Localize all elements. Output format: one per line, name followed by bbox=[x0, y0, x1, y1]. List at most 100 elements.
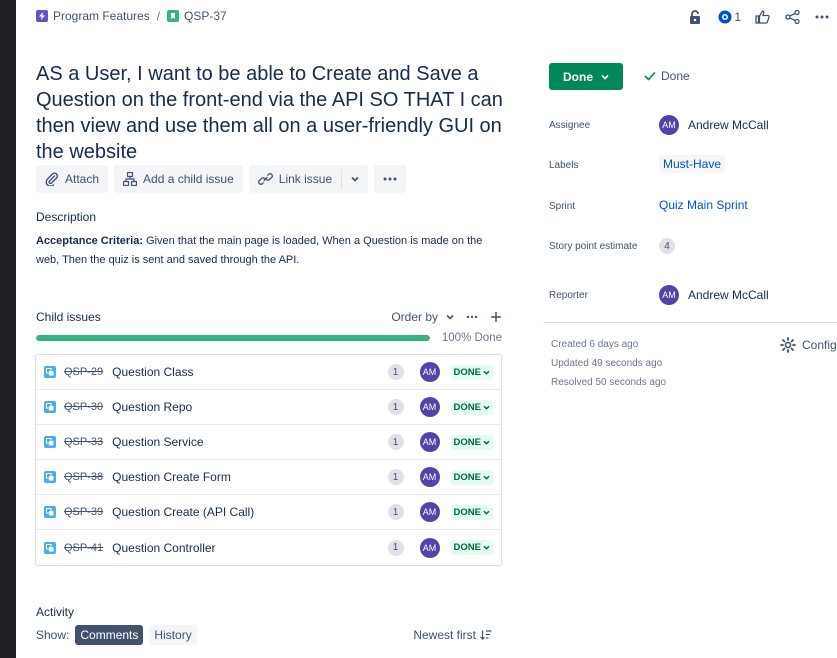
child-issue-key[interactable]: QSP-33 bbox=[64, 436, 103, 448]
progress-fill bbox=[36, 335, 430, 341]
comments-tab[interactable]: Comments bbox=[75, 625, 144, 645]
link-issue-dropdown[interactable] bbox=[342, 165, 368, 193]
link-issue-button[interactable]: Link issue bbox=[249, 165, 341, 193]
subtask-icon bbox=[44, 541, 56, 554]
status-badge[interactable]: DONE bbox=[450, 540, 493, 555]
history-tab[interactable]: History bbox=[149, 625, 197, 645]
child-more-icon[interactable] bbox=[466, 315, 478, 319]
avatar[interactable]: AM bbox=[419, 537, 440, 558]
child-issue-key[interactable]: QSP-29 bbox=[64, 366, 103, 378]
subtask-icon bbox=[44, 401, 56, 413]
child-issue-key[interactable]: QSP-30 bbox=[64, 401, 103, 413]
assignee-field-label: Assignee bbox=[549, 120, 591, 131]
chevron-down-icon bbox=[483, 475, 490, 480]
description-lead: Acceptance Criteria: bbox=[36, 235, 143, 247]
status-badge[interactable]: DONE bbox=[450, 469, 493, 485]
add-child-issue-label: Add a child issue bbox=[143, 172, 234, 186]
child-issue-key[interactable]: QSP-41 bbox=[64, 542, 103, 554]
more-actions-button[interactable] bbox=[374, 165, 407, 193]
description-body[interactable]: Acceptance Criteria: Given that the main… bbox=[36, 232, 496, 270]
story-points-badge: 1 bbox=[387, 364, 404, 380]
child-issues-header: Child issues Order by bbox=[36, 310, 502, 324]
assignee-value[interactable]: AM Andrew McCall bbox=[659, 115, 769, 135]
subtask-icon bbox=[44, 506, 56, 518]
issue-title[interactable]: AS a User, I want to be able to Create a… bbox=[36, 61, 506, 165]
resolved-timestamp: Resolved 50 seconds ago bbox=[551, 377, 667, 388]
child-issue-summary[interactable]: Question Create Form bbox=[112, 470, 387, 484]
breadcrumb: Program Features / QSP-37 bbox=[36, 9, 227, 23]
gear-icon bbox=[780, 337, 796, 353]
epic-icon bbox=[36, 10, 48, 22]
avatar[interactable]: AM bbox=[419, 432, 440, 452]
breadcrumb-issue-key[interactable]: QSP-37 bbox=[184, 9, 227, 23]
child-issue-summary[interactable]: Question Class bbox=[112, 365, 387, 379]
labels-value[interactable]: Must-Have bbox=[659, 155, 726, 173]
status-badge[interactable]: DONE bbox=[450, 364, 493, 380]
watch-count: 1 bbox=[734, 10, 741, 24]
child-issue-key[interactable]: QSP-39 bbox=[64, 506, 103, 518]
child-progress: 100% Done bbox=[36, 332, 502, 344]
sort-label: Newest first bbox=[413, 628, 476, 642]
child-issue-summary[interactable]: Question Controller bbox=[112, 541, 387, 555]
story-points-badge: 1 bbox=[387, 399, 404, 415]
link-issue-label: Link issue bbox=[278, 172, 333, 186]
order-by-dropdown[interactable]: Order by bbox=[391, 310, 454, 324]
table-row[interactable]: QSP-38 Question Create Form 1 AM DONE bbox=[36, 460, 501, 495]
thumbs-up-icon[interactable] bbox=[747, 6, 777, 28]
description-heading: Description bbox=[36, 210, 97, 224]
issue-actions: Attach Add a child issue Link issue bbox=[36, 165, 407, 193]
add-child-issue-button[interactable]: Add a child issue bbox=[114, 165, 243, 193]
child-issue-summary[interactable]: Question Service bbox=[112, 435, 387, 449]
status-badge[interactable]: DONE bbox=[450, 504, 493, 520]
subtask-icon bbox=[44, 471, 56, 483]
status-badge[interactable]: DONE bbox=[450, 399, 493, 415]
progress-bar bbox=[36, 335, 430, 341]
table-row[interactable]: QSP-29 Question Class 1 AM DONE bbox=[36, 355, 501, 390]
child-issue-summary[interactable]: Question Create (API Call) bbox=[112, 505, 387, 519]
label-chip[interactable]: Must-Have bbox=[659, 155, 726, 173]
header-actions: 1 bbox=[680, 6, 837, 28]
story-points-badge: 1 bbox=[387, 504, 404, 520]
checkmark-icon bbox=[644, 71, 656, 81]
avatar[interactable]: AM bbox=[419, 362, 440, 382]
table-row[interactable]: QSP-39 Question Create (API Call) 1 AM DONE bbox=[36, 495, 501, 530]
sprint-value[interactable]: Quiz Main Sprint bbox=[659, 198, 748, 212]
story-points-value[interactable]: 4 bbox=[659, 238, 675, 254]
reporter-value[interactable]: AM Andrew McCall bbox=[659, 285, 769, 305]
share-icon[interactable] bbox=[777, 6, 807, 28]
child-issue-key[interactable]: QSP-38 bbox=[64, 471, 103, 483]
lock-icon[interactable] bbox=[680, 6, 710, 28]
sort-icon bbox=[480, 630, 492, 640]
configure-button[interactable]: Configure bbox=[780, 337, 837, 353]
chevron-down-icon bbox=[351, 176, 359, 182]
status-badge[interactable]: DONE bbox=[450, 434, 493, 450]
avatar[interactable]: AM bbox=[419, 502, 440, 522]
chevron-down-icon bbox=[446, 314, 454, 320]
story-points-badge: 4 bbox=[659, 238, 675, 254]
progress-text: 100% Done bbox=[441, 332, 502, 344]
child-issue-summary[interactable]: Question Repo bbox=[112, 400, 387, 414]
updated-timestamp: Updated 49 seconds ago bbox=[551, 358, 663, 369]
link-icon bbox=[257, 173, 273, 185]
avatar: AM bbox=[659, 115, 679, 135]
breadcrumb-parent[interactable]: Program Features bbox=[53, 9, 150, 23]
story-points-badge: 1 bbox=[387, 469, 404, 485]
reporter-field-label: Reporter bbox=[549, 290, 588, 301]
child-issues-list: QSP-29 Question Class 1 AM DONE QSP-30 Questio… bbox=[35, 354, 502, 566]
add-child-plus-icon[interactable] bbox=[490, 311, 502, 323]
sprint-field-label: Sprint bbox=[549, 201, 576, 212]
attach-button[interactable]: Attach bbox=[36, 165, 109, 193]
table-row[interactable]: QSP-33 Question Service 1 AM DONE bbox=[36, 425, 501, 460]
avatar[interactable]: AM bbox=[419, 467, 440, 487]
chevron-down-icon bbox=[483, 545, 490, 550]
labels-field-label: Labels bbox=[549, 160, 579, 171]
sort-order-toggle[interactable]: Newest first bbox=[413, 628, 492, 642]
table-row[interactable]: QSP-41 Question Controller 1 AM DONE bbox=[36, 530, 501, 565]
sidebar-divider bbox=[543, 322, 837, 323]
show-label: Show: bbox=[36, 628, 70, 642]
sprint-link[interactable]: Quiz Main Sprint bbox=[659, 198, 748, 212]
more-options-icon[interactable] bbox=[807, 6, 837, 28]
status-dropdown-button[interactable]: Done bbox=[549, 63, 623, 90]
avatar[interactable]: AM bbox=[419, 397, 440, 417]
table-row[interactable]: QSP-30 Question Repo 1 AM DONE bbox=[36, 390, 501, 425]
